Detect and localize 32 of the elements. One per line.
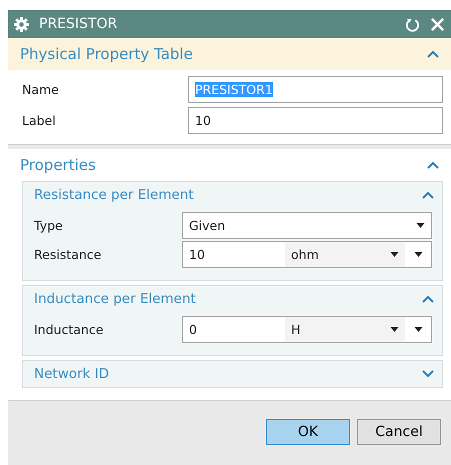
chevron-up-icon[interactable]	[427, 161, 439, 169]
chevron-up-icon[interactable]	[427, 50, 439, 58]
field-label: Inductance	[34, 322, 104, 337]
dropdown-arrow-icon	[414, 327, 422, 332]
dropdown-arrow-icon	[416, 223, 425, 228]
unit-dropdown[interactable]: ohm	[285, 242, 405, 267]
field-label: Resistance	[34, 247, 102, 262]
gear-icon	[14, 16, 29, 32]
value-unit-field[interactable]: 10 ohm	[182, 241, 432, 268]
field-label: Label	[22, 113, 57, 128]
field-label: Type	[34, 218, 64, 233]
unit-dropdown[interactable]: H	[285, 317, 405, 342]
field-value: 0	[188, 322, 198, 337]
chevron-up-icon[interactable]	[422, 191, 434, 199]
field-label: Name	[22, 82, 60, 97]
reset-icon[interactable]	[405, 16, 420, 32]
chevron-up-icon[interactable]	[422, 295, 434, 303]
cancel-button[interactable]: Cancel	[357, 419, 441, 445]
dropdown[interactable]: Given	[182, 212, 432, 239]
close-icon[interactable]	[430, 16, 445, 32]
value-unit-field[interactable]: 0 H	[182, 316, 432, 343]
dropdown-arrow-icon	[390, 252, 399, 257]
dropdown-arrow-icon	[414, 252, 422, 257]
ok-button[interactable]: OK	[266, 419, 350, 445]
section-title[interactable]: Properties	[20, 156, 96, 174]
dropdown-arrow-icon	[390, 327, 399, 332]
text-field[interactable]: 10	[188, 107, 443, 134]
field-value: 10	[195, 113, 211, 128]
field-value: PRESISTOR1	[195, 82, 273, 97]
chevron-down-icon[interactable]	[422, 370, 434, 378]
window-title: PRESISTOR	[39, 16, 118, 32]
field-value: 10	[188, 247, 206, 262]
